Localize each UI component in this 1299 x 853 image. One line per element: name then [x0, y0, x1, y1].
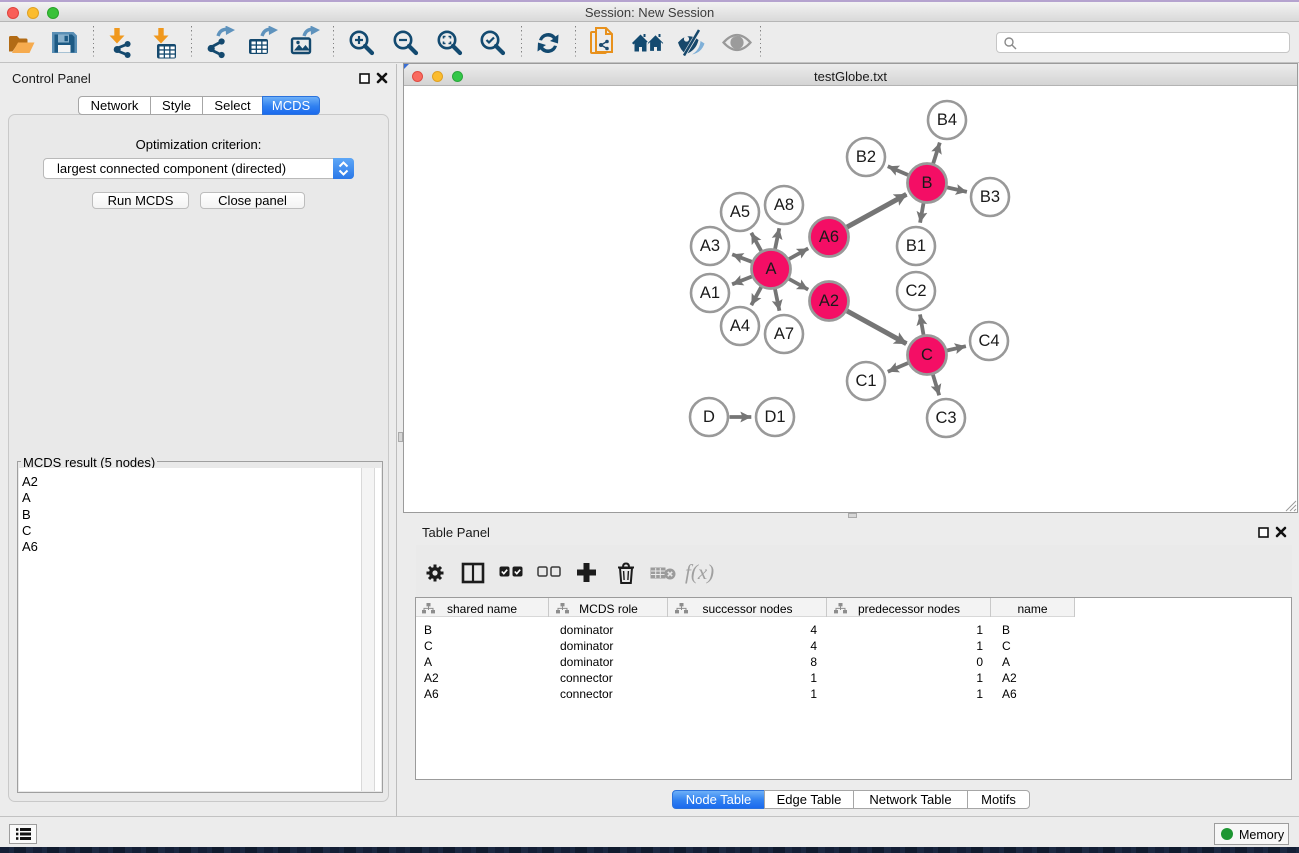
svg-text:C4: C4 [978, 332, 999, 350]
svg-text:A2: A2 [819, 292, 839, 310]
svg-text:C1: C1 [855, 372, 876, 390]
svg-text:A3: A3 [700, 237, 720, 255]
svg-text:A8: A8 [774, 196, 794, 214]
svg-text:A5: A5 [730, 203, 750, 221]
svg-text:A4: A4 [730, 317, 750, 335]
svg-text:C2: C2 [905, 282, 926, 300]
svg-text:D: D [703, 408, 715, 426]
svg-text:B2: B2 [856, 148, 876, 166]
svg-text:B4: B4 [937, 111, 957, 129]
svg-text:B: B [921, 174, 932, 192]
svg-text:D1: D1 [764, 408, 785, 426]
svg-text:B3: B3 [980, 188, 1000, 206]
svg-text:A7: A7 [774, 325, 794, 343]
svg-text:C: C [921, 346, 933, 364]
svg-text:A1: A1 [700, 284, 720, 302]
svg-text:A: A [765, 260, 776, 278]
svg-text:A6: A6 [819, 228, 839, 246]
svg-text:B1: B1 [906, 237, 926, 255]
svg-text:C3: C3 [935, 409, 956, 427]
